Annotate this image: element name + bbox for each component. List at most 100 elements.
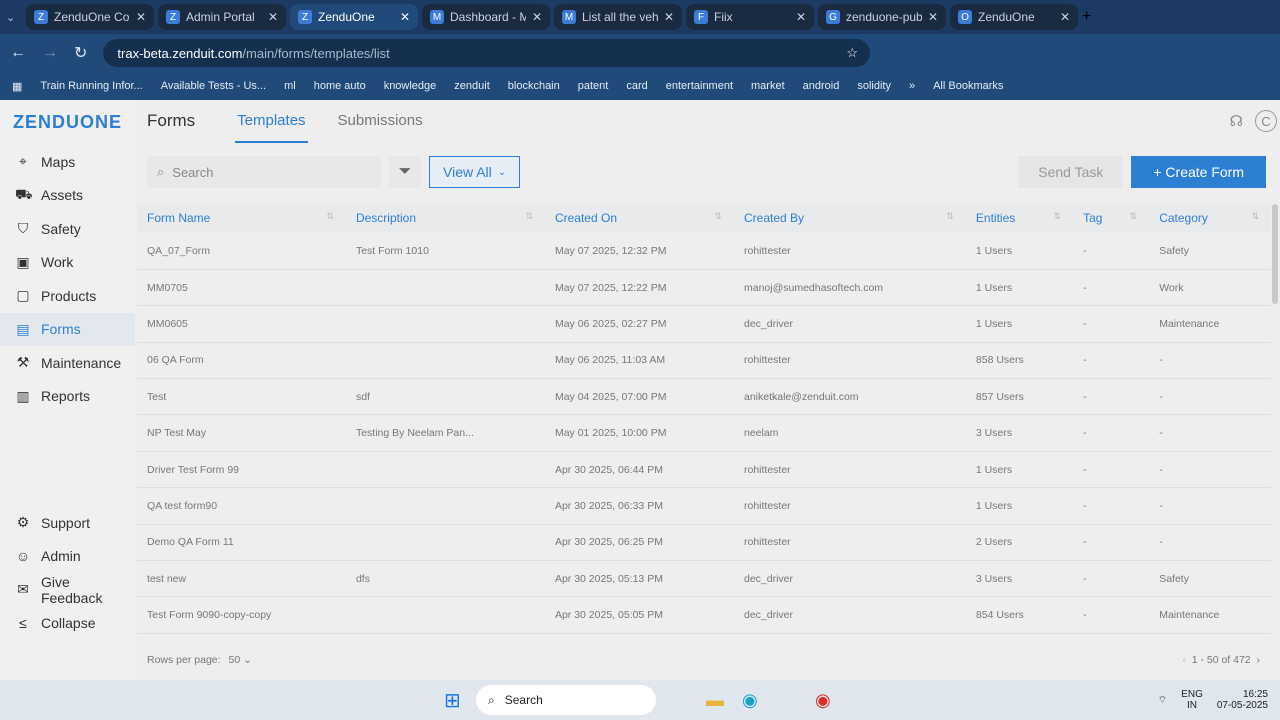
more-bookmarks-icon[interactable]: » xyxy=(909,80,915,92)
reload-icon[interactable]: ↻ xyxy=(74,43,87,63)
start-icon[interactable]: ⊞ xyxy=(444,688,461,713)
sidebar-item-products[interactable]: ▢ Products xyxy=(0,279,135,313)
sidebar-item-support[interactable]: ⚙ Support xyxy=(0,506,135,540)
bookmark-item[interactable]: android xyxy=(803,80,840,92)
table-row[interactable]: test new dfs Apr 30 2025, 05:13 PM dec_driv… xyxy=(137,560,1271,598)
filter-button[interactable]: ⏷ xyxy=(389,156,421,188)
sidebar-item-forms[interactable]: ▤ Forms xyxy=(0,312,135,346)
sidebar-item-collapse[interactable]: ≤ Collapse xyxy=(0,607,135,641)
table-scrollbar[interactable] xyxy=(1272,204,1278,304)
bookmark-item[interactable]: market xyxy=(751,80,785,92)
rows-per-page-select[interactable]: 50 ⌄ xyxy=(229,654,252,666)
sort-icon[interactable]: ⇅ xyxy=(714,211,722,222)
bookmark-item[interactable]: knowledge xyxy=(384,80,437,92)
sidebar-item-admin[interactable]: ☺ Admin xyxy=(0,540,135,574)
column-header-created-on[interactable]: Created On ⇅ xyxy=(544,203,734,233)
bookmark-star-icon[interactable]: ☆ xyxy=(846,45,858,61)
column-header-form-name[interactable]: Form Name ⇅ xyxy=(137,203,346,233)
avatar[interactable]: C xyxy=(1255,110,1277,132)
browser-tab[interactable]: F Fiix ✕ xyxy=(686,4,814,30)
table-row[interactable]: Test sdf May 04 2025, 07:00 PM aniketkale@z… xyxy=(137,378,1271,416)
close-tab-icon[interactable]: ✕ xyxy=(928,10,938,24)
back-icon[interactable]: ← xyxy=(10,44,26,62)
bookmark-item[interactable]: Available Tests - Us... xyxy=(161,80,266,92)
chrome-icon[interactable]: ◉ xyxy=(815,690,831,711)
bookmark-item[interactable]: entertainment xyxy=(666,80,733,92)
bookmark-item[interactable]: Train Running Infor... xyxy=(40,80,142,92)
view-all-dropdown[interactable]: View All ⌄ xyxy=(429,156,521,188)
table-row[interactable]: 06 QA Form May 06 2025, 11:03 AM rohittest… xyxy=(137,342,1271,380)
new-tab-icon[interactable]: + xyxy=(1082,8,1091,26)
browser-tab[interactable]: O ZenduOne ✕ xyxy=(950,4,1078,30)
browser-tab[interactable]: Z ZenduOne Cons ✕ xyxy=(26,4,154,30)
url-input[interactable]: trax-beta.zenduit.com/main/forms/templat… xyxy=(103,39,870,67)
table-row[interactable]: Driver Test Form 99 Apr 30 2025, 06:44 PM… xyxy=(137,451,1271,489)
sort-icon[interactable]: ⇅ xyxy=(1130,211,1138,222)
bookmark-item[interactable]: solidity xyxy=(857,80,891,92)
bookmark-item[interactable]: zenduit xyxy=(454,80,489,92)
close-tab-icon[interactable]: ✕ xyxy=(268,10,278,24)
bookmark-item[interactable]: ml xyxy=(284,80,296,92)
table-row[interactable]: NP Test May Testing By Neelam Pan... May 0… xyxy=(137,414,1271,452)
close-tab-icon[interactable]: ✕ xyxy=(532,10,542,24)
search-input[interactable]: ⌕ Search xyxy=(147,156,381,188)
sidebar-item-maps[interactable]: ⌖ Maps xyxy=(0,145,135,179)
tab-list-chevron-icon[interactable]: ⌄ xyxy=(6,11,22,24)
taskbar-search[interactable]: ⌕ Search xyxy=(476,685,656,715)
browser-tab[interactable]: Z ZenduOne ✕ xyxy=(290,4,418,30)
sort-icon[interactable]: ⇅ xyxy=(1251,211,1259,222)
forward-icon[interactable]: → xyxy=(42,44,58,62)
headset-support-icon[interactable]: ☊ xyxy=(1230,112,1243,130)
browser-tab[interactable]: M Dashboard - Mo ✕ xyxy=(422,4,550,30)
bookmark-item[interactable]: blockchain xyxy=(508,80,560,92)
browser-tab[interactable]: M List all the vehicl ✕ xyxy=(554,4,682,30)
column-header-created-by[interactable]: Created By ⇅ xyxy=(733,203,966,233)
edge-icon[interactable]: ◉ xyxy=(742,690,758,711)
language-indicator[interactable]: ENG IN xyxy=(1181,689,1203,711)
cell-created-by: manoj@sumedhasoftech.com xyxy=(733,269,966,307)
sidebar-item-give-feedback[interactable]: ✉ Give Feedback xyxy=(0,573,135,607)
apps-grid-icon[interactable]: ▦ xyxy=(12,80,22,93)
close-tab-icon[interactable]: ✕ xyxy=(1060,10,1070,24)
sort-icon[interactable]: ⇅ xyxy=(1054,211,1062,222)
prev-page-icon[interactable]: ‹ xyxy=(1182,654,1186,666)
browser-tab[interactable]: Gzenduone-publi ✕ xyxy=(818,4,946,30)
sort-icon[interactable]: ⇅ xyxy=(946,211,954,222)
close-tab-icon[interactable]: ✕ xyxy=(136,10,146,24)
table-row[interactable]: QA_07_Form Test Form 1010 May 07 2025, 12:… xyxy=(137,233,1271,270)
table-row[interactable]: Demo QA Form 11 Apr 30 2025, 06:25 PM rohi… xyxy=(137,524,1271,562)
send-task-button[interactable]: Send Task xyxy=(1018,156,1124,188)
sidebar-item-safety[interactable]: ⛉ Safety xyxy=(0,212,135,246)
sidebar-item-assets[interactable]: ⛟ Assets xyxy=(0,179,135,213)
close-tab-icon[interactable]: ✕ xyxy=(400,10,410,24)
bookmark-item[interactable]: patent xyxy=(578,80,609,92)
close-tab-icon[interactable]: ✕ xyxy=(664,10,674,24)
column-header-description[interactable]: Description ⇅ xyxy=(345,203,545,233)
sort-icon[interactable]: ⇅ xyxy=(326,211,334,222)
column-header-entities[interactable]: Entities ⇅ xyxy=(965,203,1074,233)
close-tab-icon[interactable]: ✕ xyxy=(796,10,806,24)
sort-icon[interactable]: ⇅ xyxy=(525,211,533,222)
table-row[interactable]: QA test form90 Apr 30 2025, 06:33 PM rohit… xyxy=(137,487,1271,525)
sidebar-item-maintenance[interactable]: ⚒ Maintenance xyxy=(0,346,135,380)
browser-tab[interactable]: Z Admin Portal ✕ xyxy=(158,4,286,30)
bookmark-item[interactable]: home auto xyxy=(314,80,366,92)
create-form-button[interactable]: + Create Form xyxy=(1131,156,1266,188)
explorer-icon[interactable]: ▬ xyxy=(706,690,724,711)
column-header-tag[interactable]: Tag ⇅ xyxy=(1073,203,1150,233)
sidebar-item-work[interactable]: ▣ Work xyxy=(0,246,135,280)
bookmark-item[interactable]: card xyxy=(626,80,647,92)
wifi-icon[interactable]: ⌔ xyxy=(1158,694,1167,707)
tab-submissions[interactable]: Submissions xyxy=(336,100,425,143)
table-row[interactable]: MM0705 May 07 2025, 12:22 PM manoj@sumedha… xyxy=(137,269,1271,307)
sidebar-item-reports[interactable]: ▥ Reports xyxy=(0,380,135,414)
clock[interactable]: 16:25 07-05-2025 xyxy=(1217,689,1268,711)
tab-templates[interactable]: Templates xyxy=(235,100,308,143)
search-icon: ⌕ xyxy=(157,164,165,179)
table-row[interactable]: Test Form 9090-copy-copy Apr 30 2025, 05:… xyxy=(137,596,1271,634)
zenduone-logo: ZENDUONE xyxy=(13,112,123,132)
table-row[interactable]: MM0605 May 06 2025, 02:27 PM dec_driver 1 U… xyxy=(137,305,1271,343)
next-page-icon[interactable]: › xyxy=(1257,654,1261,666)
all-bookmarks[interactable]: All Bookmarks xyxy=(933,80,1003,92)
column-header-category[interactable]: Category ⇅ xyxy=(1149,203,1271,233)
